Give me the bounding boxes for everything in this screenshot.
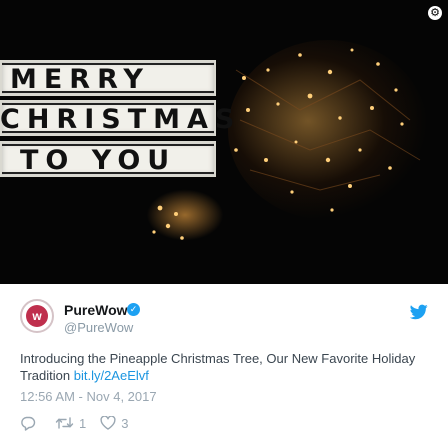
tweet-actions: 1 3: [20, 413, 142, 433]
retweet-icon: [55, 417, 74, 429]
reply-icon: [21, 416, 36, 431]
retweet-button[interactable]: 1: [55, 416, 86, 431]
tweet-timestamp[interactable]: 12:56 AM - Nov 4, 2017: [20, 389, 157, 404]
lightbox-sign-line: MERRY: [0, 60, 216, 96]
lightbox-sign-line: TO YOU: [0, 141, 216, 177]
lightbox-sign-line: CHRISTMAS: [0, 100, 242, 136]
twitter-bird-icon[interactable]: [410, 304, 428, 320]
retweet-count: 1: [79, 415, 87, 431]
tweet-text: Introducing the Pineapple Christmas Tree…: [20, 350, 430, 384]
like-button[interactable]: 3: [100, 416, 128, 431]
author-handle[interactable]: @PureWow: [64, 320, 133, 335]
avatar[interactable]: w: [20, 299, 54, 333]
heart-icon: [100, 416, 116, 430]
author-name[interactable]: PureWow: [64, 302, 128, 318]
avatar-logo: w: [26, 305, 48, 327]
like-count: 3: [121, 415, 129, 431]
tweet-link[interactable]: bit.ly/2AeElvf: [74, 368, 149, 383]
lightbox-text: MERRY: [10, 64, 150, 95]
lightbox-text: CHRISTMAS: [0, 104, 242, 135]
tweet-photo[interactable]: MERRY CHRISTMAS TO YOU ⚙: [0, 0, 448, 284]
verified-badge-icon: ✓: [127, 303, 140, 316]
tweet-card: w PureWow ✓ @PureWow Introducing the Pin…: [0, 284, 448, 443]
reply-button[interactable]: [20, 416, 41, 431]
settings-badge-icon[interactable]: ⚙: [428, 6, 442, 20]
lightbox-text: TO YOU: [20, 145, 177, 176]
